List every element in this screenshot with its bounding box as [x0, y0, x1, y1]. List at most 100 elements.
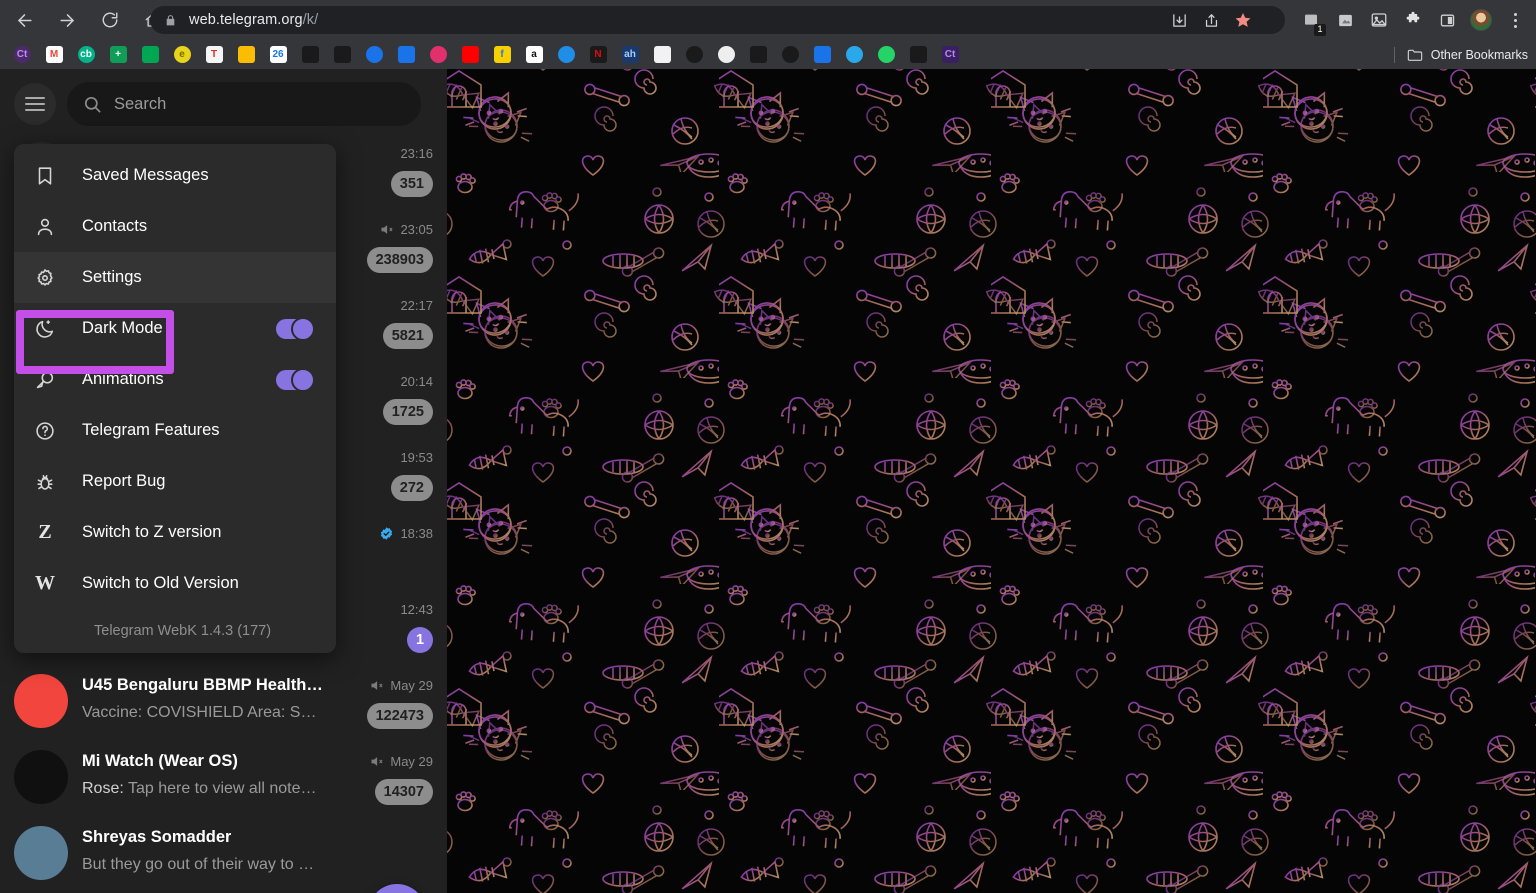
menu-item-switch-old-label: Switch to Old Version — [82, 574, 239, 593]
bookmark-youtube[interactable] — [454, 43, 486, 67]
message-sender: Rose: — [82, 780, 124, 797]
mute-icon — [369, 754, 384, 769]
toggle-menu-item-animations[interactable] — [276, 370, 314, 390]
bookmark-icon — [30, 165, 60, 187]
bookmark-calendar[interactable]: 26 — [262, 43, 294, 67]
bookmark-ct2[interactable]: Ct — [934, 43, 966, 67]
moon-icon — [30, 318, 60, 340]
address-bar[interactable]: web.telegram.org/k/ — [150, 6, 1285, 34]
bookmark-netflix[interactable]: N — [582, 43, 614, 67]
preview-text: But they go out of their way to make you… — [82, 856, 317, 873]
chat-timestamp: 22:17 — [400, 298, 433, 313]
unread-badge: 1725 — [383, 399, 433, 425]
bookmark-docs[interactable] — [390, 43, 422, 67]
search-placeholder: Search — [114, 95, 166, 114]
side-panel-icon[interactable] — [1432, 5, 1462, 35]
menu-item-saved-messages[interactable]: Saved Messages — [14, 150, 336, 201]
bookmark-leaf[interactable] — [902, 43, 934, 67]
bookmark-camera[interactable] — [646, 43, 678, 67]
avatar — [14, 826, 68, 880]
forward-arrow-icon[interactable] — [48, 1, 86, 39]
bookmark-list: Ct M cb + e T 26 f — [0, 43, 966, 67]
avatar — [14, 750, 68, 804]
chat-meta: 12:43 — [400, 602, 433, 617]
bookmark-twitter[interactable] — [326, 43, 358, 67]
chat-row-8[interactable]: U45 Bengaluru BBMP HealthifyMe May 29 Va… — [0, 663, 447, 739]
bookmark-jiocinema[interactable] — [550, 43, 582, 67]
chat-meta: 20:14 — [400, 374, 433, 389]
menu-item-telegram-features[interactable]: Telegram Features — [14, 405, 336, 456]
unread-badge: 238903 — [367, 247, 433, 273]
bookmark-cb[interactable]: cb — [70, 43, 102, 67]
bookmark-drive[interactable] — [294, 43, 326, 67]
main-menu-dropdown[interactable]: Saved Messages Contacts Settings Dark Mo… — [14, 144, 336, 653]
menu-item-report-bug[interactable]: Report Bug — [14, 456, 336, 507]
menu-item-switch-z[interactable]: Z Switch to Z version — [14, 507, 336, 558]
chat-meta: 23:05 — [379, 222, 433, 237]
bookmarks-bar: Ct M cb + e T 26 f — [0, 40, 1536, 69]
hamburger-menu-icon[interactable] — [14, 83, 56, 125]
chat-wallpaper — [447, 69, 1536, 893]
screen: web.telegram.org/k/ 1 — [0, 0, 1536, 893]
chat-timestamp: 23:16 — [400, 146, 433, 161]
bookmark-t-doc[interactable]: T — [198, 43, 230, 67]
reading-list-icon[interactable] — [1330, 5, 1360, 35]
bookmark-layers[interactable] — [742, 43, 774, 67]
url-path: /k/ — [303, 12, 319, 28]
bookmark-soccer[interactable] — [710, 43, 742, 67]
bookmark-keep[interactable] — [230, 43, 262, 67]
bookmark-telegram[interactable] — [838, 43, 870, 67]
search-input[interactable]: Search — [67, 82, 421, 126]
menu-item-settings[interactable]: Settings — [14, 252, 336, 303]
bookmark-flipkart[interactable]: f — [486, 43, 518, 67]
star-icon[interactable] — [1228, 6, 1258, 34]
bookmark-podcast[interactable] — [774, 43, 806, 67]
kebab-menu-icon[interactable] — [1500, 5, 1530, 35]
chat-meta: May 29 — [369, 678, 433, 693]
bookmark-meet[interactable] — [358, 43, 390, 67]
avatar[interactable] — [1466, 5, 1496, 35]
reload-icon[interactable] — [91, 1, 129, 39]
image-icon[interactable] — [1364, 5, 1394, 35]
telegram-app: Search 23:16 ap… 351 23:05 … 238903 22:1… — [0, 69, 1536, 893]
download-icon[interactable] — [1164, 6, 1194, 34]
chat-timestamp: 18:38 — [400, 526, 433, 541]
url-text: web.telegram.org/k/ — [189, 12, 318, 28]
chat-meta: 18:38 — [379, 526, 433, 541]
menu-item-switch-old[interactable]: W Switch to Old Version — [14, 558, 336, 609]
menu-item-contacts[interactable]: Contacts — [14, 201, 336, 252]
chat-timestamp: 12:43 — [400, 602, 433, 617]
chat-timestamp: May 29 — [390, 754, 433, 769]
chat-row-9[interactable]: Mi Watch (Wear OS) May 29 Rose: Tap here… — [0, 739, 447, 815]
mute-icon — [379, 222, 394, 237]
bookmark-gmail[interactable]: M — [38, 43, 70, 67]
bookmark-instagram[interactable] — [422, 43, 454, 67]
extension-tab-icon[interactable]: 1 — [1296, 5, 1326, 35]
chat-title: U45 Bengaluru BBMP HealthifyMe — [82, 676, 327, 695]
bookmark-chrome[interactable] — [678, 43, 710, 67]
menu-item-animations[interactable]: Animations — [14, 354, 336, 405]
bookmark-chat[interactable] — [134, 43, 166, 67]
back-arrow-icon[interactable] — [5, 1, 43, 39]
chat-row-10[interactable]: Shreyas Somadder But they go out of thei… — [0, 815, 447, 891]
unread-badge: 351 — [391, 171, 433, 197]
chat-title: Mi Watch (Wear OS) — [82, 752, 238, 771]
bookmark-ahrefs[interactable]: ah — [614, 43, 646, 67]
puzzle-extensions-icon[interactable] — [1398, 5, 1428, 35]
avatar — [14, 674, 68, 728]
bookmark-ct[interactable]: Ct — [6, 43, 38, 67]
bookmark-window[interactable] — [806, 43, 838, 67]
bookmark-smiley[interactable]: e — [166, 43, 198, 67]
browser-toolbar: web.telegram.org/k/ 1 — [0, 0, 1536, 40]
other-bookmarks-button[interactable]: Other Bookmarks — [1394, 40, 1528, 69]
toggle-menu-item-dark-mode[interactable] — [276, 319, 314, 339]
bookmark-amazon[interactable]: a — [518, 43, 550, 67]
extension-icons: 1 — [1296, 4, 1530, 36]
bookmark-sheets[interactable]: + — [102, 43, 134, 67]
bookmark-whatsapp[interactable] — [870, 43, 902, 67]
search-icon — [83, 95, 102, 114]
menu-item-dark-mode[interactable]: Dark Mode — [14, 303, 336, 354]
bug-icon — [30, 471, 60, 493]
share-icon[interactable] — [1196, 6, 1226, 34]
menu-item-saved-messages-label: Saved Messages — [82, 166, 209, 185]
